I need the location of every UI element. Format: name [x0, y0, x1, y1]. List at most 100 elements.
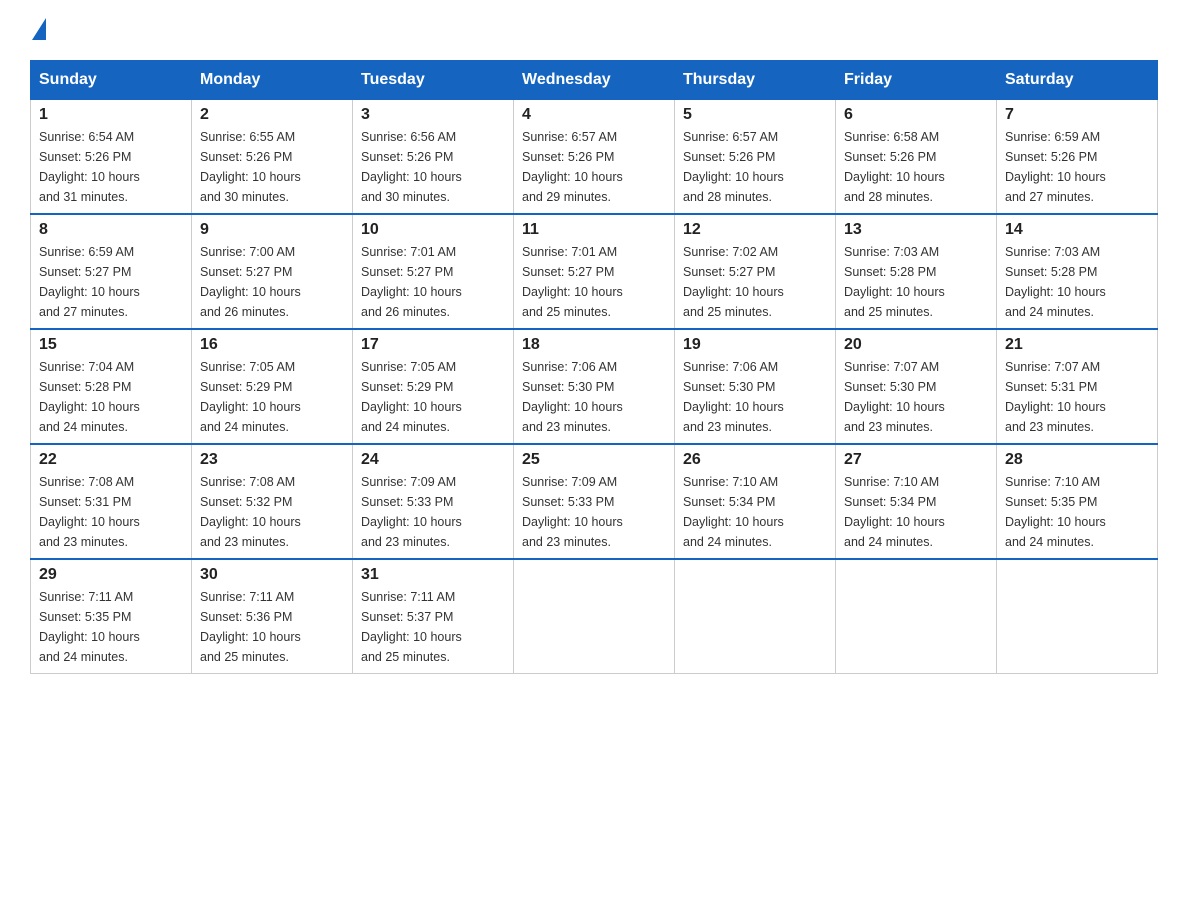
day-number: 4: [522, 106, 666, 124]
col-header-thursday: Thursday: [675, 61, 836, 100]
calendar-cell: 16Sunrise: 7:05 AMSunset: 5:29 PMDayligh…: [192, 329, 353, 444]
day-info: Sunrise: 7:10 AMSunset: 5:34 PMDaylight:…: [683, 475, 784, 549]
calendar-cell: 18 Sunrise: 7:06 AMSunset: 5:30 PMDayligh…: [514, 329, 675, 444]
calendar-cell: 28Sunrise: 7:10 AMSunset: 5:35 PMDayligh…: [997, 444, 1158, 559]
calendar-cell: 3 Sunrise: 6:56 AMSunset: 5:26 PMDaylight…: [353, 100, 514, 215]
day-number: 28: [1005, 451, 1149, 469]
day-number: 19: [683, 336, 827, 354]
day-number: 27: [844, 451, 988, 469]
day-number: 26: [683, 451, 827, 469]
col-header-wednesday: Wednesday: [514, 61, 675, 100]
calendar-cell: 12 Sunrise: 7:02 AMSunset: 5:27 PMDayligh…: [675, 214, 836, 329]
calendar-week-row: 8 Sunrise: 6:59 AMSunset: 5:27 PMDaylight…: [31, 214, 1158, 329]
day-number: 13: [844, 221, 988, 239]
day-info: Sunrise: 6:55 AMSunset: 5:26 PMDaylight:…: [200, 130, 301, 204]
day-number: 24: [361, 451, 505, 469]
day-info: Sunrise: 7:08 AMSunset: 5:32 PMDaylight:…: [200, 475, 301, 549]
calendar-cell: 25 Sunrise: 7:09 AMSunset: 5:33 PMDayligh…: [514, 444, 675, 559]
calendar-cell: 21 Sunrise: 7:07 AMSunset: 5:31 PMDayligh…: [997, 329, 1158, 444]
day-info: Sunrise: 7:05 AMSunset: 5:29 PMDaylight:…: [200, 360, 301, 434]
calendar-cell: 15 Sunrise: 7:04 AMSunset: 5:28 PMDayligh…: [31, 329, 192, 444]
day-info: Sunrise: 7:05 AMSunset: 5:29 PMDaylight:…: [361, 360, 462, 434]
calendar-cell: 22 Sunrise: 7:08 AMSunset: 5:31 PMDayligh…: [31, 444, 192, 559]
calendar-cell: 1Sunrise: 6:54 AMSunset: 5:26 PMDaylight…: [31, 100, 192, 215]
day-number: 14: [1005, 221, 1149, 239]
calendar-cell: 19 Sunrise: 7:06 AMSunset: 5:30 PMDayligh…: [675, 329, 836, 444]
day-number: 3: [361, 106, 505, 124]
calendar-cell: 2 Sunrise: 6:55 AMSunset: 5:26 PMDaylight…: [192, 100, 353, 215]
day-info: Sunrise: 7:06 AMSunset: 5:30 PMDaylight:…: [522, 360, 623, 434]
calendar-cell: 10Sunrise: 7:01 AMSunset: 5:27 PMDayligh…: [353, 214, 514, 329]
calendar-cell: [514, 559, 675, 674]
day-info: Sunrise: 7:10 AMSunset: 5:34 PMDaylight:…: [844, 475, 945, 549]
day-number: 25: [522, 451, 666, 469]
day-info: Sunrise: 7:06 AMSunset: 5:30 PMDaylight:…: [683, 360, 784, 434]
day-number: 17: [361, 336, 505, 354]
col-header-saturday: Saturday: [997, 61, 1158, 100]
calendar-cell: 6 Sunrise: 6:58 AMSunset: 5:26 PMDaylight…: [836, 100, 997, 215]
calendar-cell: 17 Sunrise: 7:05 AMSunset: 5:29 PMDayligh…: [353, 329, 514, 444]
calendar-cell: 9Sunrise: 7:00 AMSunset: 5:27 PMDaylight…: [192, 214, 353, 329]
col-header-tuesday: Tuesday: [353, 61, 514, 100]
day-number: 6: [844, 106, 988, 124]
day-number: 12: [683, 221, 827, 239]
day-number: 21: [1005, 336, 1149, 354]
calendar-week-row: 29 Sunrise: 7:11 AMSunset: 5:35 PMDayligh…: [31, 559, 1158, 674]
col-header-monday: Monday: [192, 61, 353, 100]
calendar-cell: [675, 559, 836, 674]
day-number: 11: [522, 221, 666, 239]
day-info: Sunrise: 7:08 AMSunset: 5:31 PMDaylight:…: [39, 475, 140, 549]
day-number: 30: [200, 566, 344, 584]
day-info: Sunrise: 6:59 AMSunset: 5:27 PMDaylight:…: [39, 245, 140, 319]
calendar-cell: 29 Sunrise: 7:11 AMSunset: 5:35 PMDayligh…: [31, 559, 192, 674]
calendar-cell: [836, 559, 997, 674]
day-info: Sunrise: 6:57 AMSunset: 5:26 PMDaylight:…: [683, 130, 784, 204]
calendar-cell: [997, 559, 1158, 674]
day-info: Sunrise: 7:11 AMSunset: 5:36 PMDaylight:…: [200, 590, 301, 664]
day-number: 29: [39, 566, 183, 584]
calendar-cell: 4 Sunrise: 6:57 AMSunset: 5:26 PMDaylight…: [514, 100, 675, 215]
calendar-cell: 11 Sunrise: 7:01 AMSunset: 5:27 PMDayligh…: [514, 214, 675, 329]
calendar-cell: 8 Sunrise: 6:59 AMSunset: 5:27 PMDaylight…: [31, 214, 192, 329]
day-info: Sunrise: 7:09 AMSunset: 5:33 PMDaylight:…: [522, 475, 623, 549]
day-info: Sunrise: 7:07 AMSunset: 5:30 PMDaylight:…: [844, 360, 945, 434]
day-info: Sunrise: 7:00 AMSunset: 5:27 PMDaylight:…: [200, 245, 301, 319]
day-number: 18: [522, 336, 666, 354]
day-number: 5: [683, 106, 827, 124]
calendar-cell: 24 Sunrise: 7:09 AMSunset: 5:33 PMDayligh…: [353, 444, 514, 559]
day-info: Sunrise: 7:04 AMSunset: 5:28 PMDaylight:…: [39, 360, 140, 434]
calendar-week-row: 22 Sunrise: 7:08 AMSunset: 5:31 PMDayligh…: [31, 444, 1158, 559]
calendar-week-row: 1Sunrise: 6:54 AMSunset: 5:26 PMDaylight…: [31, 100, 1158, 215]
day-info: Sunrise: 7:11 AMSunset: 5:37 PMDaylight:…: [361, 590, 462, 664]
day-number: 7: [1005, 106, 1149, 124]
day-info: Sunrise: 7:02 AMSunset: 5:27 PMDaylight:…: [683, 245, 784, 319]
logo: [30, 20, 48, 42]
day-info: Sunrise: 6:59 AMSunset: 5:26 PMDaylight:…: [1005, 130, 1106, 204]
day-info: Sunrise: 6:58 AMSunset: 5:26 PMDaylight:…: [844, 130, 945, 204]
calendar-cell: 20 Sunrise: 7:07 AMSunset: 5:30 PMDayligh…: [836, 329, 997, 444]
day-number: 22: [39, 451, 183, 469]
day-info: Sunrise: 6:57 AMSunset: 5:26 PMDaylight:…: [522, 130, 623, 204]
calendar-header-row: SundayMondayTuesdayWednesdayThursdayFrid…: [31, 61, 1158, 100]
day-info: Sunrise: 7:09 AMSunset: 5:33 PMDaylight:…: [361, 475, 462, 549]
day-number: 15: [39, 336, 183, 354]
day-info: Sunrise: 6:56 AMSunset: 5:26 PMDaylight:…: [361, 130, 462, 204]
calendar-cell: 30 Sunrise: 7:11 AMSunset: 5:36 PMDayligh…: [192, 559, 353, 674]
calendar-week-row: 15 Sunrise: 7:04 AMSunset: 5:28 PMDayligh…: [31, 329, 1158, 444]
day-number: 20: [844, 336, 988, 354]
calendar-cell: 31Sunrise: 7:11 AMSunset: 5:37 PMDayligh…: [353, 559, 514, 674]
day-info: Sunrise: 7:03 AMSunset: 5:28 PMDaylight:…: [844, 245, 945, 319]
day-info: Sunrise: 7:01 AMSunset: 5:27 PMDaylight:…: [522, 245, 623, 319]
day-info: Sunrise: 7:07 AMSunset: 5:31 PMDaylight:…: [1005, 360, 1106, 434]
calendar-cell: 13 Sunrise: 7:03 AMSunset: 5:28 PMDayligh…: [836, 214, 997, 329]
calendar-cell: 5 Sunrise: 6:57 AMSunset: 5:26 PMDaylight…: [675, 100, 836, 215]
calendar-cell: 7 Sunrise: 6:59 AMSunset: 5:26 PMDaylight…: [997, 100, 1158, 215]
day-number: 8: [39, 221, 183, 239]
header: [30, 20, 1158, 42]
day-number: 2: [200, 106, 344, 124]
col-header-friday: Friday: [836, 61, 997, 100]
calendar-cell: 27 Sunrise: 7:10 AMSunset: 5:34 PMDayligh…: [836, 444, 997, 559]
day-number: 23: [200, 451, 344, 469]
day-info: Sunrise: 7:11 AMSunset: 5:35 PMDaylight:…: [39, 590, 140, 664]
day-info: Sunrise: 7:03 AMSunset: 5:28 PMDaylight:…: [1005, 245, 1106, 319]
